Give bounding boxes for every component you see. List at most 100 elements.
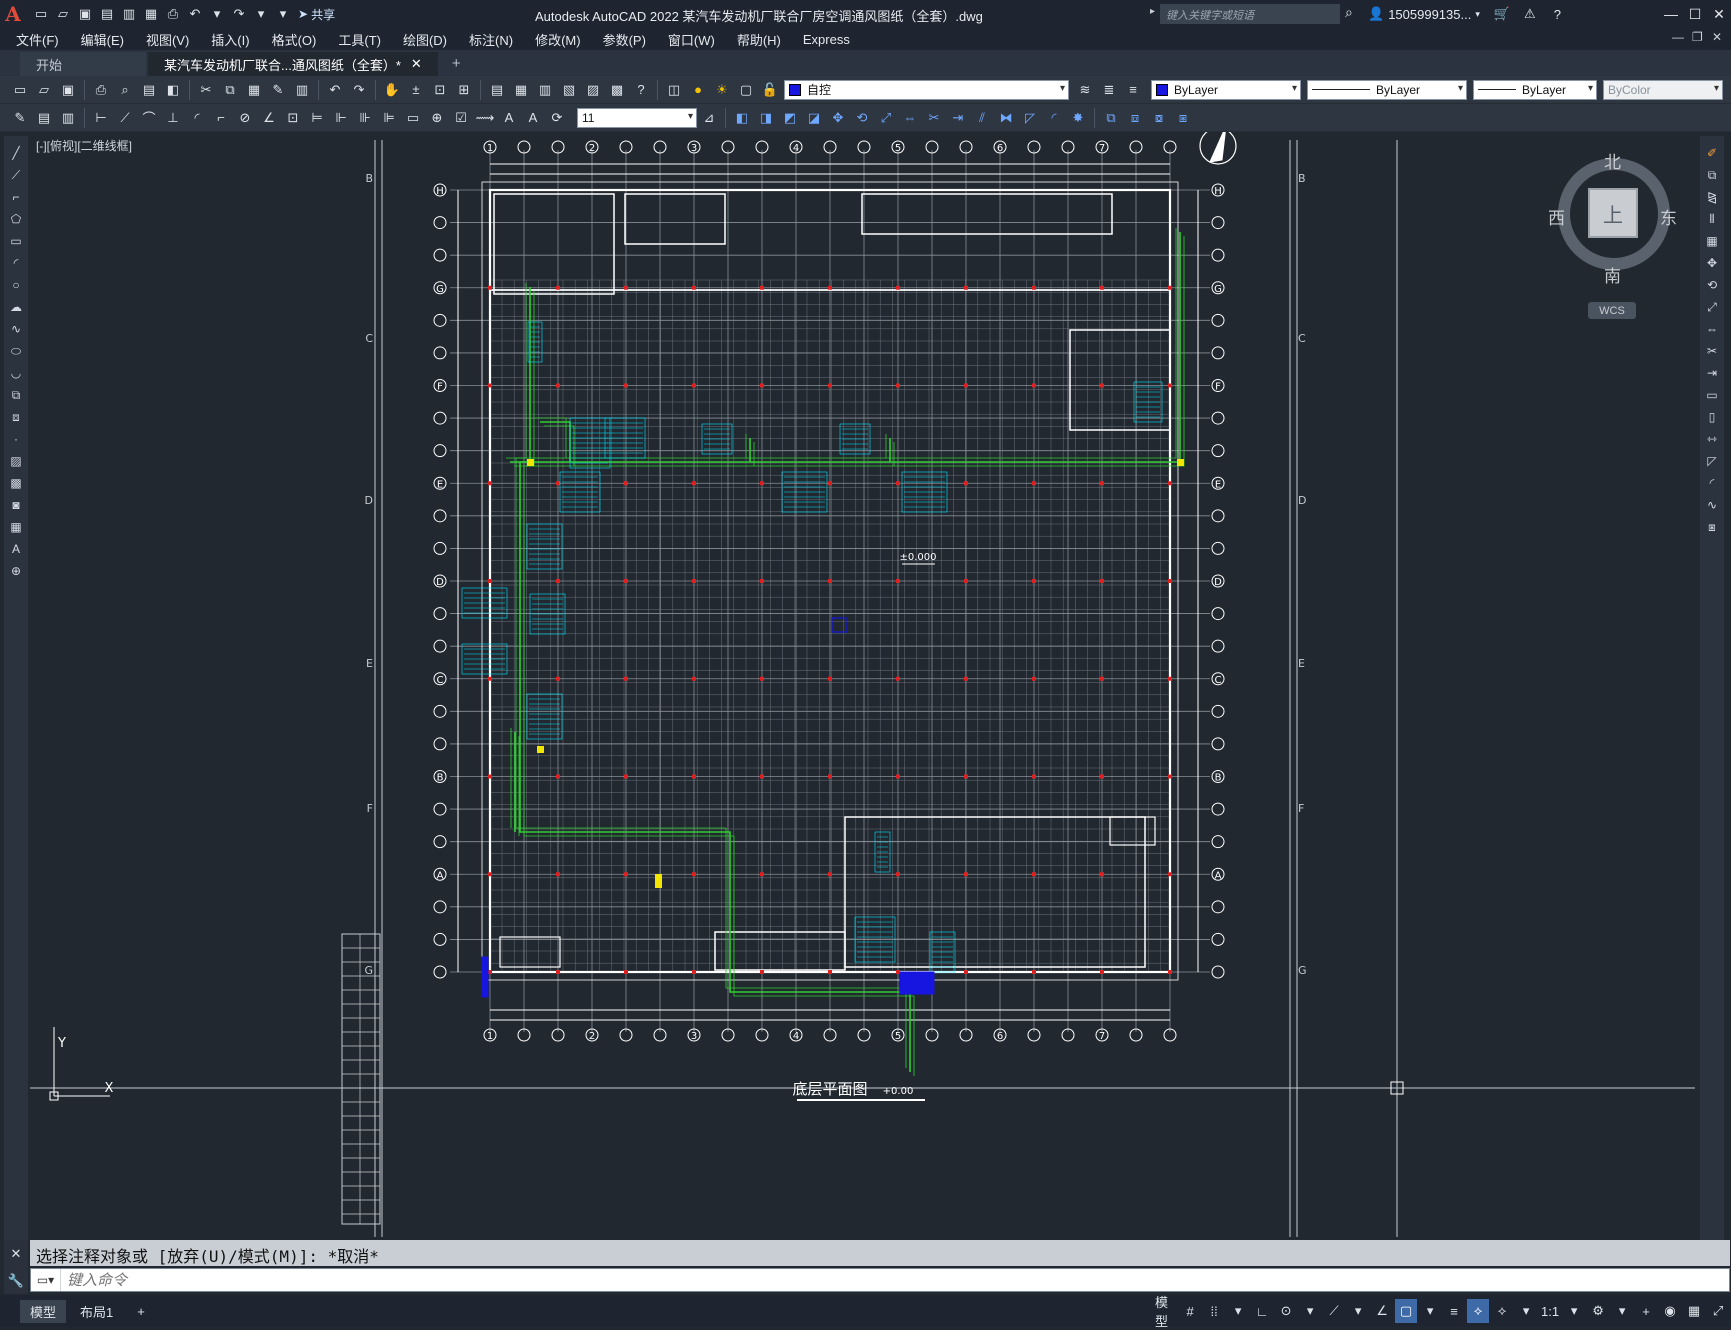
- fillet-icon[interactable]: ◜: [1044, 108, 1064, 128]
- model-space-button[interactable]: 模型: [1151, 1295, 1177, 1329]
- new-tab-button[interactable]: +: [440, 51, 473, 76]
- rotate-icon[interactable]: ⟲: [852, 108, 872, 128]
- multiline-text-icon[interactable]: A: [6, 539, 26, 559]
- explode-icon[interactable]: ⧆: [1702, 517, 1722, 537]
- fillet-icon[interactable]: ◜: [1702, 473, 1722, 493]
- baseline-icon[interactable]: ⊨: [307, 108, 327, 128]
- zoom-realtime-icon[interactable]: ±: [406, 80, 426, 100]
- dim-style-dropdown[interactable]: 11 ▾: [577, 107, 697, 128]
- move-icon[interactable]: ✥: [1702, 253, 1722, 273]
- doc-minimize-button[interactable]: —: [1672, 30, 1684, 44]
- plotstyle-dropdown[interactable]: ByColor ▾: [1603, 79, 1723, 100]
- zoom-previous-icon[interactable]: ⊞: [454, 80, 474, 100]
- isodraft-icon[interactable]: ⟋: [1323, 1299, 1345, 1323]
- edit-icon[interactable]: ✎: [10, 108, 30, 128]
- jogged-linear-icon[interactable]: ⟿: [475, 108, 495, 128]
- group-icon[interactable]: ⧇: [1149, 108, 1169, 128]
- menu-express[interactable]: Express: [792, 32, 861, 47]
- calculator-icon[interactable]: ▩: [607, 80, 627, 100]
- plot-icon[interactable]: ⎙: [91, 80, 111, 100]
- customize-command-line-icon[interactable]: 🔧: [8, 1273, 24, 1289]
- tab-model[interactable]: 模型: [20, 1299, 67, 1323]
- array-icon[interactable]: ◪: [804, 108, 824, 128]
- drawing-canvas[interactable]: B B C C D D E E F F G G 1 1 2 2 3 3 4 4 5 5 6 6 7 7 H H G G F F E E D D C C B B…: [30, 132, 1695, 1237]
- undo-icon[interactable]: ↶: [325, 80, 345, 100]
- layer-dropdown[interactable]: 自控 ▾: [784, 79, 1069, 100]
- mirror-icon[interactable]: ◨: [756, 108, 776, 128]
- share-button[interactable]: ➤ 共享: [298, 6, 335, 23]
- autodesk-app-icon[interactable]: ⚠: [1524, 6, 1536, 22]
- customize-qat-icon[interactable]: ▾: [274, 5, 292, 23]
- menu-insert[interactable]: 插入(I): [200, 30, 260, 49]
- insert-block-icon[interactable]: ⧉: [6, 385, 26, 405]
- minimize-button[interactable]: —: [1660, 2, 1682, 26]
- stretch-icon[interactable]: ⇔: [1702, 319, 1722, 339]
- add-selected-icon[interactable]: ⊕: [6, 561, 26, 581]
- dim-text-edit-icon[interactable]: A: [523, 108, 543, 128]
- help-icon[interactable]: ?: [1554, 7, 1561, 22]
- redo-icon[interactable]: ↷: [349, 80, 369, 100]
- recent-commands-icon[interactable]: ▭▾: [31, 1269, 61, 1291]
- menu-file[interactable]: 文件(F): [0, 30, 70, 49]
- trim-icon[interactable]: ✂: [1702, 341, 1722, 361]
- menu-parametric[interactable]: 参数(P): [592, 30, 657, 49]
- viewcube-top-face[interactable]: 上: [1588, 188, 1638, 238]
- layer-tools-icon[interactable]: ▥: [58, 108, 78, 128]
- offset-icon[interactable]: ⫴: [1702, 209, 1722, 229]
- grid-icon[interactable]: #: [1179, 1299, 1201, 1323]
- make-current-layer-icon[interactable]: ≋: [1075, 80, 1095, 100]
- save-as-icon[interactable]: ▤: [98, 5, 116, 23]
- dim-edit-icon[interactable]: A: [499, 108, 519, 128]
- user-account[interactable]: 👤 1505999135... ▾ 🛒 ⚠ ?: [1368, 6, 1561, 22]
- lineweight-icon[interactable]: ≡: [1443, 1299, 1465, 1323]
- ungroup-icon[interactable]: ⧆: [1173, 108, 1193, 128]
- undo-icon[interactable]: ↶: [186, 5, 204, 23]
- ellipse-icon[interactable]: ⬭: [6, 341, 26, 361]
- block-editor-icon[interactable]: ▥: [292, 80, 312, 100]
- compass-west[interactable]: 西: [1548, 204, 1565, 229]
- hardware-acceleration-icon[interactable]: ▦: [1683, 1299, 1705, 1323]
- clean-screen-icon[interactable]: ⤢: [1707, 1299, 1729, 1323]
- inquiry-icon[interactable]: ▤: [34, 108, 54, 128]
- tool-palettes-icon[interactable]: ▥: [535, 80, 555, 100]
- line-icon[interactable]: ╱: [6, 143, 26, 163]
- design-center-icon[interactable]: ▦: [511, 80, 531, 100]
- menu-view[interactable]: 视图(V): [135, 30, 200, 49]
- paste-icon[interactable]: ▦: [244, 80, 264, 100]
- linear-dimension-icon[interactable]: ⊢: [91, 108, 111, 128]
- match-properties-icon[interactable]: ✎: [268, 80, 288, 100]
- markup-icon[interactable]: ▨: [583, 80, 603, 100]
- object-snap-icon[interactable]: ▢: [1395, 1299, 1418, 1323]
- revision-cloud-icon[interactable]: ☁: [6, 297, 26, 317]
- search-expand-icon[interactable]: ▸: [1150, 6, 1155, 17]
- spline-icon[interactable]: ∿: [6, 319, 26, 339]
- properties-icon[interactable]: ▤: [487, 80, 507, 100]
- undo-dropdown-icon[interactable]: ▾: [208, 5, 226, 23]
- command-input[interactable]: [61, 1270, 1661, 1290]
- layer-state-icon[interactable]: ≡: [1123, 80, 1143, 100]
- compass-south[interactable]: 南: [1604, 262, 1621, 287]
- search-icon[interactable]: ⌕: [1345, 4, 1353, 21]
- angular-icon[interactable]: ∠: [259, 108, 279, 128]
- blend-curves-icon[interactable]: ∿: [1702, 495, 1722, 515]
- polar-dropdown-icon[interactable]: ▾: [1299, 1299, 1321, 1323]
- workspace-gear-icon[interactable]: ⚙: [1587, 1299, 1609, 1323]
- cut-icon[interactable]: ✂: [196, 80, 216, 100]
- auto-scale-icon[interactable]: ⟡: [1491, 1299, 1513, 1323]
- table-icon[interactable]: ▦: [6, 517, 26, 537]
- doc-close-button[interactable]: ✕: [1712, 30, 1722, 44]
- block-insert-icon[interactable]: ⧉: [1101, 108, 1121, 128]
- linetype-dropdown[interactable]: ByLayer ▾: [1307, 79, 1467, 100]
- redo-icon[interactable]: ↷: [230, 5, 248, 23]
- plot-preview-icon[interactable]: ⌕: [115, 80, 135, 100]
- isolate-objects-icon[interactable]: ◉: [1659, 1299, 1681, 1323]
- open-icon[interactable]: ▱: [34, 80, 54, 100]
- join-icon[interactable]: ⇿: [1702, 429, 1722, 449]
- layer-previous-icon[interactable]: ≣: [1099, 80, 1119, 100]
- quick-dim-icon[interactable]: ⊡: [283, 108, 303, 128]
- polar-icon[interactable]: ⊙: [1275, 1299, 1297, 1323]
- menu-tools[interactable]: 工具(T): [327, 30, 392, 49]
- viewport-controls[interactable]: [-][俯视][二维线框]: [36, 137, 132, 154]
- inspection-icon[interactable]: ☑: [451, 108, 471, 128]
- menu-modify[interactable]: 修改(M): [524, 30, 592, 49]
